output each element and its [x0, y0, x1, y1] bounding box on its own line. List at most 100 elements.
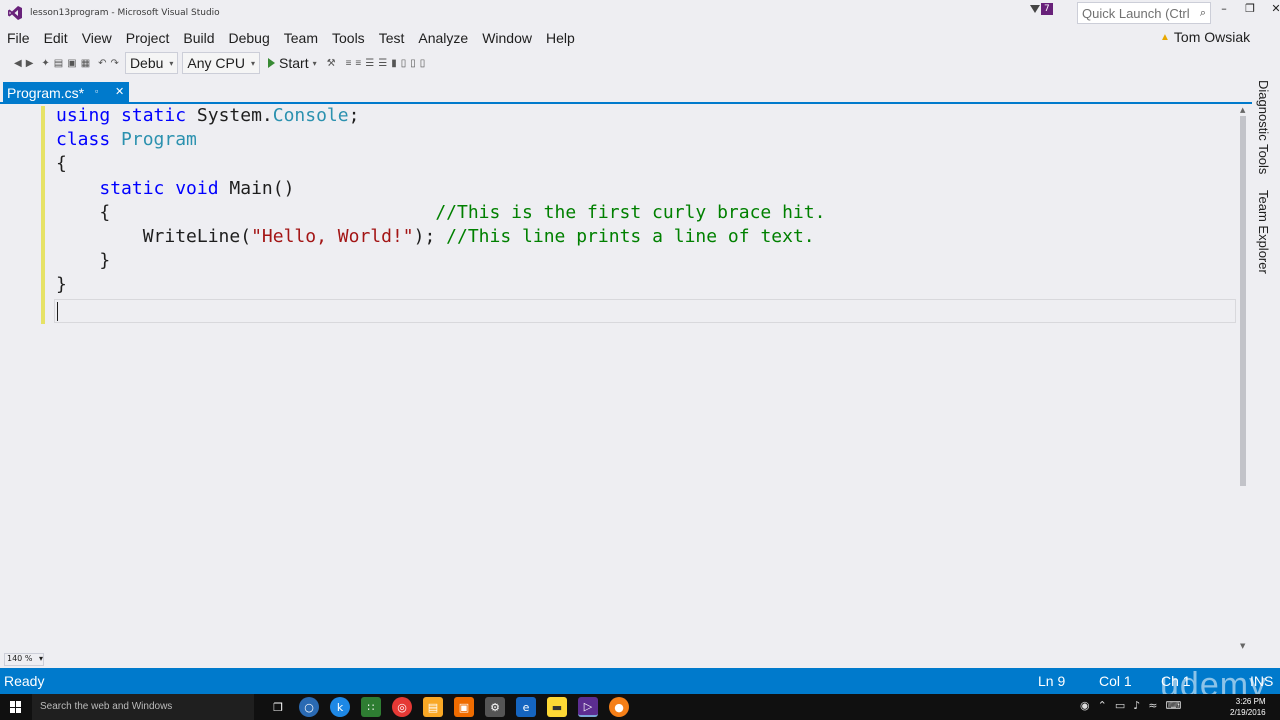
zoom-dropdown[interactable]: 140 % ▾: [4, 653, 44, 666]
solution-configuration-dropdown[interactable]: Debu ▾: [124, 52, 179, 74]
title-bar: lesson13program - Microsoft Visual Studi…: [0, 0, 1280, 28]
tab-team-explorer[interactable]: Team Explorer: [1256, 190, 1271, 274]
scroll-down-icon[interactable]: ▼: [1240, 642, 1245, 650]
prev-bookmark-icon[interactable]: ▯: [401, 58, 407, 69]
menu-team[interactable]: Team: [277, 30, 325, 46]
cortana-icon[interactable]: ○: [299, 697, 319, 717]
tray-device-icon[interactable]: ▭: [1115, 699, 1125, 712]
menu-edit[interactable]: Edit: [37, 30, 75, 46]
app-grid-icon[interactable]: ∷: [361, 697, 381, 717]
menu-file[interactable]: File: [0, 30, 37, 46]
menu-tools[interactable]: Tools: [325, 30, 372, 46]
code-editor[interactable]: using static System.Console; class Progr…: [20, 104, 1238, 652]
solution-configuration-value: Debu: [129, 55, 164, 71]
chevron-down-icon: ▾: [38, 654, 43, 663]
menu-project[interactable]: Project: [119, 30, 177, 46]
comment-token: //This line prints a line of text.: [446, 226, 815, 248]
start-debugging-button[interactable]: Start ▾: [268, 55, 317, 71]
taskbar-search-input[interactable]: Search the web and Windows: [32, 694, 254, 720]
code-line-4: static void Main(): [99, 178, 294, 199]
open-file-icon[interactable]: ▤: [54, 58, 63, 69]
warning-icon: ▲: [1160, 31, 1170, 43]
taskbar-search-placeholder: Search the web and Windows: [40, 701, 173, 712]
menu-test[interactable]: Test: [372, 30, 412, 46]
close-icon[interactable]: ✕: [115, 85, 124, 98]
app-misc-icon[interactable]: ●: [609, 697, 629, 717]
edge-icon[interactable]: e: [516, 697, 536, 717]
maximize-button[interactable]: ❐: [1242, 2, 1258, 15]
file-explorer-icon[interactable]: ▤: [423, 697, 443, 717]
save-all-icon[interactable]: ▦: [81, 58, 90, 69]
scroll-up-icon[interactable]: ▲: [1240, 106, 1245, 114]
close-button[interactable]: ✕: [1268, 2, 1280, 15]
taskbar-apps: ❐ ○ k ∷ ◎ ▤ ▣ ⚙ e ▬ ▷ ●: [268, 697, 629, 717]
tray-expand-icon[interactable]: ⌃: [1098, 699, 1107, 712]
visual-studio-taskbar-icon[interactable]: ▷: [578, 697, 598, 717]
outdent-icon[interactable]: ≡: [355, 58, 361, 69]
app-orange-icon[interactable]: ▣: [454, 697, 474, 717]
code-line-5: { //This is the first curly brace hit.: [99, 202, 825, 223]
keyword-token: class: [56, 129, 111, 151]
notifications-button[interactable]: 7: [1030, 3, 1053, 15]
clock-date: 2/19/2016: [1230, 708, 1266, 717]
menu-analyze[interactable]: Analyze: [411, 30, 475, 46]
code-line-6: WriteLine("Hello, World!"); //This line …: [143, 226, 815, 247]
method-token: WriteLine(: [142, 226, 252, 248]
next-bookmark-icon[interactable]: ▯: [410, 58, 416, 69]
menu-debug[interactable]: Debug: [222, 30, 277, 46]
menu-build[interactable]: Build: [176, 30, 221, 46]
pin-icon[interactable]: ▫: [95, 86, 98, 96]
tab-program-cs[interactable]: Program.cs* ▫ ✕: [3, 82, 129, 104]
windows-start-icon[interactable]: [10, 701, 22, 713]
task-view-icon[interactable]: ❐: [268, 697, 288, 717]
clear-bookmarks-icon[interactable]: ▯: [420, 58, 426, 69]
side-tool-panel: Diagnostic Tools Team Explorer: [1252, 80, 1280, 660]
vertical-scrollbar[interactable]: ▲ ▼: [1238, 104, 1250, 652]
taskbar-clock[interactable]: 3:26 PM 2/19/2016: [1230, 696, 1266, 718]
folder-icon[interactable]: ▬: [547, 697, 567, 717]
editor-bottom-bar: 140 % ▾: [0, 652, 1280, 668]
redo-icon[interactable]: ↷: [111, 58, 119, 69]
quick-launch-placeholder: Quick Launch (Ctrl: [1082, 6, 1190, 21]
keyword-token: static void: [99, 177, 219, 199]
keyboard-icon[interactable]: ⌨: [1165, 699, 1181, 712]
system-tray: ◉ ⌃ ▭ ♪ ≈ ⌨: [1080, 699, 1181, 712]
brace-token: {: [99, 201, 111, 223]
user-account[interactable]: ▲ Tom Owsiak: [1160, 29, 1250, 45]
solution-platform-value: Any CPU: [187, 55, 245, 71]
save-icon[interactable]: ▣: [67, 58, 76, 69]
flag-icon: [1030, 5, 1040, 13]
method-token: Main(): [229, 177, 295, 199]
menu-help[interactable]: Help: [539, 30, 582, 46]
wifi-icon[interactable]: ≈: [1148, 699, 1157, 712]
code-line-7: }: [99, 250, 111, 272]
text-caret: [57, 302, 58, 321]
tab-diagnostic-tools[interactable]: Diagnostic Tools: [1256, 80, 1271, 174]
navigate-forward-icon[interactable]: ▶: [26, 58, 34, 69]
navigate-back-icon[interactable]: ◀: [14, 58, 22, 69]
undo-icon[interactable]: ↶: [98, 58, 106, 69]
app-gear-icon[interactable]: ⚙: [485, 697, 505, 717]
scrollbar-thumb[interactable]: [1240, 116, 1246, 486]
chrome-icon[interactable]: ◎: [392, 697, 412, 717]
code-text[interactable]: using static System.Console; class Progr…: [56, 104, 825, 298]
volume-icon[interactable]: ♪: [1133, 699, 1140, 712]
menu-window[interactable]: Window: [475, 30, 539, 46]
menu-bar: File Edit View Project Build Debug Team …: [0, 28, 1280, 48]
notification-count: 7: [1041, 3, 1053, 15]
quick-launch-input[interactable]: Quick Launch (Ctrl ⌕: [1077, 2, 1211, 24]
kaspersky-icon[interactable]: k: [330, 697, 350, 717]
keyword-token: using static: [56, 105, 187, 126]
type-token: Program: [121, 129, 197, 151]
chevron-down-icon: ▾: [251, 58, 256, 68]
find-in-files-icon[interactable]: ⚒: [327, 58, 336, 69]
bookmark-icon[interactable]: ▮: [391, 58, 397, 69]
comment-out-icon[interactable]: ☰: [365, 58, 374, 69]
minimize-button[interactable]: –: [1216, 2, 1232, 15]
menu-view[interactable]: View: [75, 30, 119, 46]
indent-icon[interactable]: ≡: [346, 58, 352, 69]
new-project-icon[interactable]: ✦: [41, 58, 49, 69]
uncomment-icon[interactable]: ☰: [378, 58, 387, 69]
tray-app-icon[interactable]: ◉: [1080, 699, 1090, 712]
solution-platform-dropdown[interactable]: Any CPU ▾: [182, 52, 261, 74]
